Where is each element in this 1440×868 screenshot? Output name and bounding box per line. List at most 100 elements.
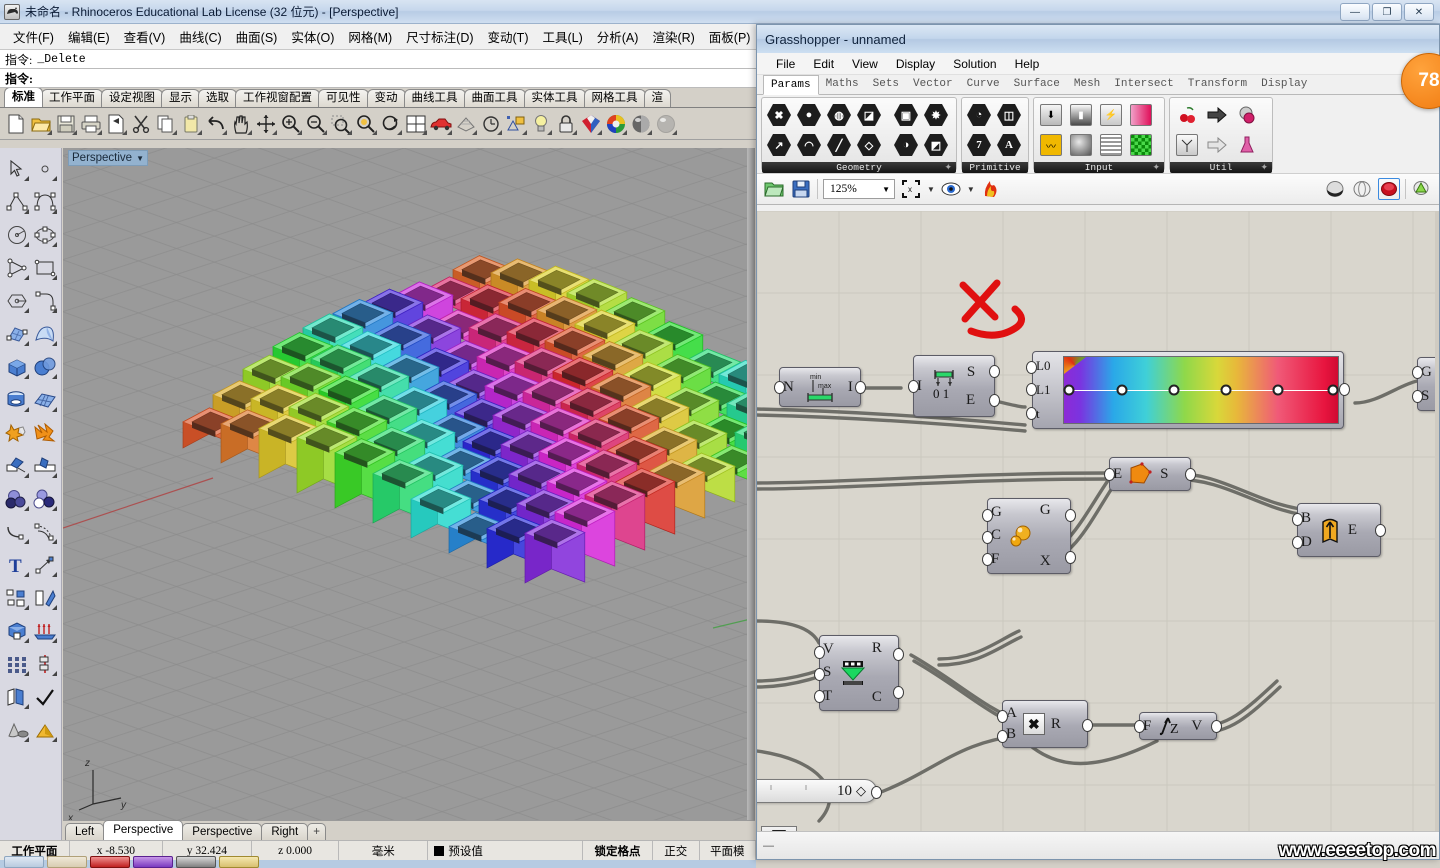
tab-curve[interactable]: Curve: [960, 76, 1007, 94]
point-icon[interactable]: [31, 152, 59, 185]
toolbar-tab-viewportconfig[interactable]: 工作视窗配置: [235, 89, 320, 107]
toolbar-tab-setview[interactable]: 设定视图: [101, 89, 163, 107]
export-icon[interactable]: [104, 112, 128, 136]
input-port-F[interactable]: [982, 553, 993, 566]
data-tree-icon[interactable]: [1173, 131, 1201, 159]
input-port-D[interactable]: [1292, 536, 1303, 549]
tab-surface[interactable]: Surface: [1007, 76, 1067, 94]
sphere-ghost-icon[interactable]: [654, 112, 678, 136]
surface-fold-icon[interactable]: [3, 680, 31, 713]
cherry-icon[interactable]: [1173, 101, 1201, 129]
pyramid-icon[interactable]: [31, 713, 59, 746]
text-icon[interactable]: T: [3, 548, 31, 581]
zoom-in-icon[interactable]: [279, 112, 303, 136]
multiplication-component[interactable]: A B ✖ R: [997, 700, 1093, 748]
cone-icon[interactable]: [3, 713, 31, 746]
minimize-button[interactable]: —: [1340, 3, 1370, 21]
extrude-icon[interactable]: [31, 581, 59, 614]
cylinder-icon[interactable]: [3, 383, 31, 416]
cube-edit-icon[interactable]: [3, 614, 31, 647]
gh-menu-edit[interactable]: Edit: [804, 57, 843, 71]
tab-transform[interactable]: Transform: [1181, 76, 1254, 94]
output-port-R[interactable]: [893, 648, 904, 661]
sphere-render-icon[interactable]: [629, 112, 653, 136]
tab-sets[interactable]: Sets: [866, 76, 906, 94]
profiler-icon[interactable]: [1233, 101, 1261, 129]
output-port-S[interactable]: [1185, 468, 1196, 481]
tab-mesh[interactable]: Mesh: [1067, 76, 1107, 94]
plane-param-icon[interactable]: ◇: [855, 131, 883, 159]
colour-swatch-icon[interactable]: [1127, 131, 1155, 159]
ellipse-icon[interactable]: [31, 218, 59, 251]
menu-analyze[interactable]: 分析(A): [590, 27, 646, 46]
input-port-N[interactable]: [774, 381, 785, 394]
rhino-viewport[interactable]: Perspective ▼ z x y: [63, 148, 755, 820]
light-bulb-icon[interactable]: [529, 112, 553, 136]
number-param-icon[interactable]: 7: [965, 131, 993, 159]
tab-vector[interactable]: Vector: [906, 76, 960, 94]
toolbar-tab-transform[interactable]: 变动: [366, 89, 406, 107]
dimension-icon[interactable]: [31, 548, 59, 581]
menu-edit[interactable]: 编辑(E): [61, 27, 117, 46]
box-param-icon[interactable]: ▣: [892, 101, 920, 129]
input-port-G[interactable]: [1412, 366, 1423, 379]
chevron-down-icon[interactable]: ▼: [927, 185, 935, 194]
viewport-tab-perspective-2[interactable]: Perspective: [182, 823, 263, 840]
color-wheel-icon[interactable]: [604, 112, 628, 136]
menu-file[interactable]: 文件(F): [6, 27, 61, 46]
zoom-extents-icon[interactable]: [379, 112, 403, 136]
taskbar-item-purple[interactable]: [133, 856, 173, 868]
toolbar-tab-render[interactable]: 渲: [643, 89, 671, 107]
viewport-label[interactable]: Perspective ▼: [68, 150, 149, 166]
arc-icon[interactable]: [31, 284, 59, 317]
field-param-icon[interactable]: ◩: [922, 131, 950, 159]
mesh-param-icon[interactable]: ✸: [922, 101, 950, 129]
canvas-scrollbar-vertical[interactable]: [1435, 211, 1439, 831]
curve-icon[interactable]: [31, 185, 59, 218]
point-param-icon[interactable]: ●: [795, 101, 823, 129]
output-port-I[interactable]: [855, 381, 866, 394]
restore-button[interactable]: ❐: [1372, 3, 1402, 21]
surface-patch-icon[interactable]: [3, 317, 31, 350]
gh-menu-display[interactable]: Display: [887, 57, 944, 71]
toolbar-tab-meshtools[interactable]: 网格工具: [583, 89, 646, 107]
grasshopper-canvas[interactable]: N min max I I 0 1 S E L0 L1 t G S E S G …: [757, 211, 1439, 831]
toolbar-tab-display[interactable]: 显示: [161, 89, 200, 107]
undo-icon[interactable]: [204, 112, 228, 136]
menu-tools[interactable]: 工具(L): [535, 27, 589, 46]
viewport-tab-right[interactable]: Right: [261, 823, 309, 840]
clock-icon[interactable]: [479, 112, 503, 136]
integer-param-icon[interactable]: ◫: [995, 101, 1023, 129]
explode-component[interactable]: E S: [1104, 457, 1196, 491]
check-icon[interactable]: [31, 680, 59, 713]
output-port-E[interactable]: [989, 394, 1000, 407]
range-component[interactable]: I 0 1 S E: [908, 355, 1000, 417]
save-icon[interactable]: [54, 112, 78, 136]
knob-icon[interactable]: [1067, 131, 1095, 159]
output-port-E[interactable]: [1375, 524, 1386, 537]
arrow-right-grey-icon[interactable]: [1203, 131, 1231, 159]
input-port-L0[interactable]: [1026, 361, 1037, 374]
gradient-stop[interactable]: [1116, 384, 1128, 396]
pin-icon[interactable]: ✦: [1152, 163, 1160, 173]
input-port-S[interactable]: [1412, 390, 1423, 403]
split-icon[interactable]: [31, 449, 59, 482]
array-icon[interactable]: [31, 614, 59, 647]
chevron-down-icon[interactable]: ▼: [967, 185, 975, 194]
preview-off-icon[interactable]: [1378, 178, 1400, 200]
move-icon[interactable]: [254, 112, 278, 136]
gradient-stop[interactable]: [1327, 384, 1339, 396]
gradient-component[interactable]: L0 L1 t: [1026, 351, 1350, 429]
bake-flame-icon[interactable]: [980, 178, 1002, 200]
slider-output-port[interactable]: [871, 786, 882, 799]
input-port-V[interactable]: [814, 646, 825, 659]
trim-icon[interactable]: [3, 449, 31, 482]
gradient-stop[interactable]: [1063, 384, 1075, 396]
grid-snap-icon[interactable]: [454, 112, 478, 136]
input-port-I[interactable]: [908, 380, 919, 393]
gh-menu-file[interactable]: File: [767, 57, 804, 71]
input-port-t[interactable]: [1026, 407, 1037, 420]
gradient-stop[interactable]: [1272, 384, 1284, 396]
menu-surface[interactable]: 曲面(S): [229, 27, 285, 46]
gh-menu-help[interactable]: Help: [1006, 57, 1049, 71]
